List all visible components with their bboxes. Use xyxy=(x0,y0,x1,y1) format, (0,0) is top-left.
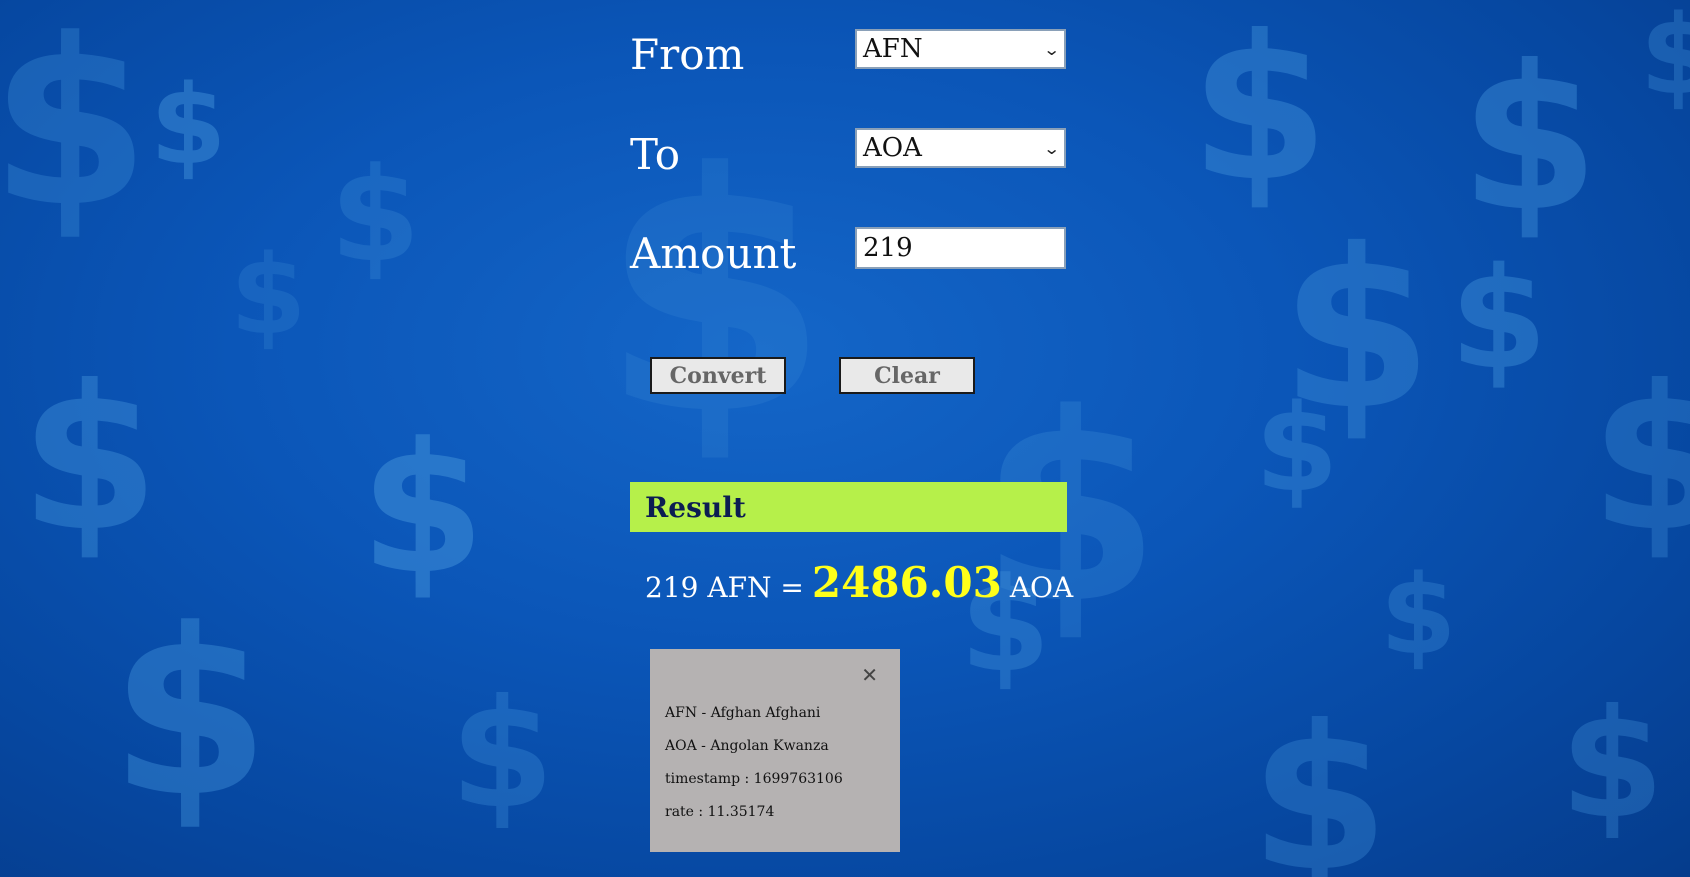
dollar-sign-icon: $ xyxy=(1280,202,1434,458)
result-suffix: AOA xyxy=(1009,571,1074,604)
amount-input[interactable] xyxy=(855,227,1066,269)
clear-button[interactable]: Clear xyxy=(839,357,975,394)
dollar-sign-icon: $ xyxy=(1460,23,1600,256)
to-currency-select[interactable]: AOA ⌄ xyxy=(855,128,1066,168)
dollar-sign-icon: $ xyxy=(230,231,307,359)
chevron-down-icon: ⌄ xyxy=(1042,138,1061,158)
dollar-sign-icon: $ xyxy=(330,139,421,291)
result-value: 2486.03 xyxy=(811,558,1002,607)
dollar-sign-icon: $ xyxy=(0,0,151,258)
amount-label: Amount xyxy=(630,229,797,278)
dollar-sign-icon: $ xyxy=(1190,0,1330,226)
dollar-sign-icon: $ xyxy=(1255,380,1339,519)
from-currency-value: AFN xyxy=(863,34,923,64)
dollar-sign-icon: $ xyxy=(1640,0,1690,119)
dollar-sign-icon: $ xyxy=(1450,238,1548,401)
from-currency-select[interactable]: AFN ⌄ xyxy=(855,29,1066,69)
dollar-sign-icon: $ xyxy=(1380,551,1457,679)
currency-info-popup: ✕ AFN - Afghan Afghani AOA - Angolan Kwa… xyxy=(650,649,900,852)
converter-page: $ $ $ $ $ $ $ $ $ $ $ $ $ $ $ $ $ $ $ $ … xyxy=(0,0,1690,877)
result-heading: Result xyxy=(630,482,1067,532)
to-currency-value: AOA xyxy=(863,133,922,163)
chevron-down-icon: ⌄ xyxy=(1042,39,1061,59)
dollar-sign-icon: $ xyxy=(150,61,227,189)
dollar-sign-icon: $ xyxy=(1250,683,1390,877)
dollar-sign-icon: $ xyxy=(20,343,160,576)
dollar-sign-icon: $ xyxy=(110,581,271,848)
dollar-sign-icon: $ xyxy=(360,405,486,614)
dollar-sign-icon: $ xyxy=(1590,343,1690,576)
dollar-sign-icon: $ xyxy=(600,103,830,487)
convert-button[interactable]: Convert xyxy=(650,357,786,394)
dollar-sign-icon: $ xyxy=(1560,678,1665,852)
from-label: From xyxy=(630,30,745,79)
close-icon[interactable]: ✕ xyxy=(861,663,878,687)
info-to-currency: AOA - Angolan Kwanza xyxy=(665,738,829,754)
info-rate: rate : 11.35174 xyxy=(665,804,775,820)
to-label: To xyxy=(630,130,681,179)
info-timestamp: timestamp : 1699763106 xyxy=(665,771,843,787)
info-from-currency: AFN - Afghan Afghani xyxy=(665,705,821,721)
result-line: 219 AFN = 2486.03 AOA xyxy=(645,558,1073,607)
result-prefix: 219 AFN = xyxy=(645,571,804,604)
dollar-sign-icon: $ xyxy=(450,668,555,842)
